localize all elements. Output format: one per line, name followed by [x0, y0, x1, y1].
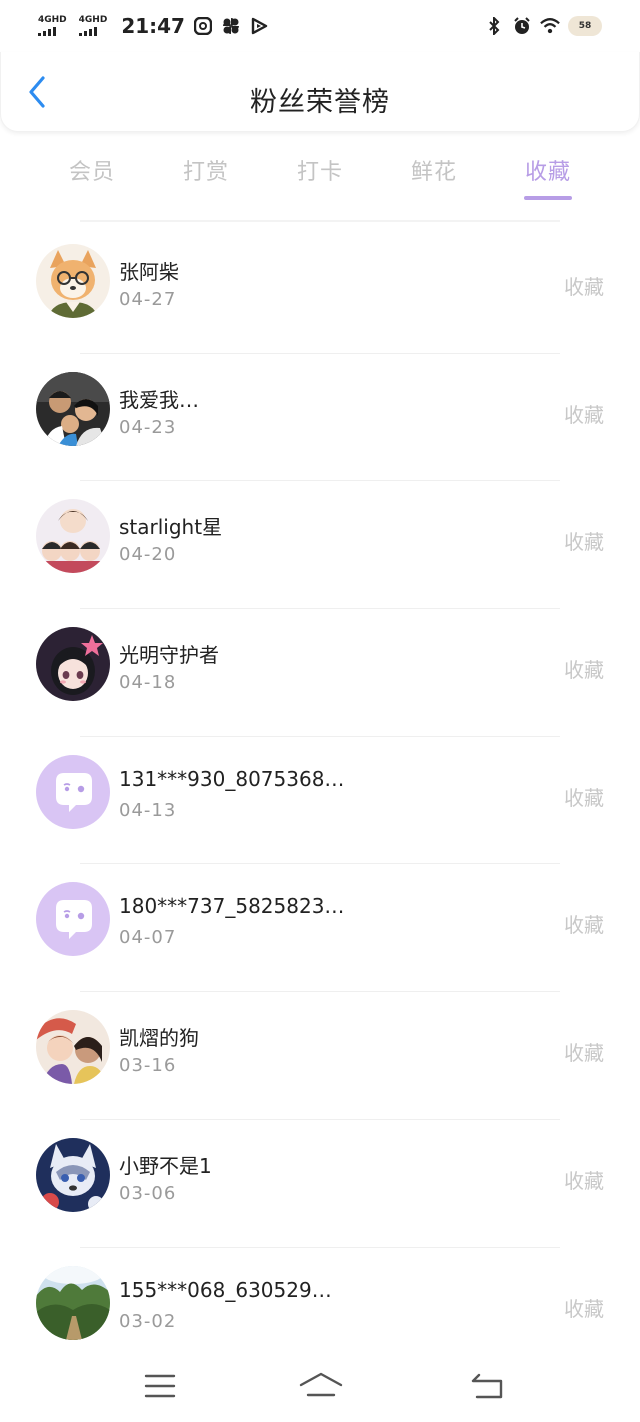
active-tab-indicator [524, 196, 572, 200]
tab-member[interactable]: 会员 [35, 140, 149, 206]
home-icon [299, 1372, 343, 1397]
fan-date: 04-13 [119, 799, 177, 821]
avatar[interactable] [36, 627, 110, 702]
fan-name: 我爱我… [119, 387, 199, 412]
list-item[interactable]: 凯熠的狗 03-16 收藏 [0, 992, 640, 1120]
status-right: 58 [484, 16, 602, 36]
tab-bar: 会员 打赏 打卡 鲜花 收藏 [0, 140, 640, 206]
back-icon [471, 1373, 503, 1399]
tab-label: 打赏 [182, 160, 229, 185]
clock: 21:47 [121, 14, 185, 38]
network-type-2: 4GHD [78, 15, 108, 25]
avatar[interactable] [36, 499, 110, 574]
fan-date: 04-18 [119, 672, 177, 694]
favorite-label: 收藏 [564, 913, 604, 938]
chat-icon [193, 16, 213, 36]
list-item[interactable]: 我爱我… 04-23 收藏 [0, 354, 640, 482]
status-bar: 4GHD 4GHD 21:47 58 [0, 0, 640, 52]
alarm-icon [512, 16, 532, 36]
network-type-1: 4GHD [38, 15, 67, 25]
play-icon [249, 16, 269, 36]
fan-date: 03-06 [119, 1182, 177, 1204]
avatar[interactable] [36, 1010, 110, 1085]
avatar[interactable] [36, 1265, 110, 1340]
tab-label: 会员 [68, 160, 115, 185]
avatar[interactable] [36, 371, 110, 446]
favorite-label: 收藏 [564, 1041, 604, 1066]
tab-favorites[interactable]: 收藏 [491, 140, 605, 206]
signal-1-icon: 4GHD [38, 16, 67, 36]
fan-date: 03-16 [119, 1055, 177, 1077]
list-item[interactable]: starlight星 04-20 收藏 [0, 481, 640, 610]
favorite-label: 收藏 [564, 275, 604, 299]
tab-label: 打卡 [296, 160, 343, 185]
fan-date: 04-07 [119, 927, 177, 949]
fan-name: 张阿柴 [119, 260, 179, 284]
fan-name: 凯熠的狗 [119, 1026, 199, 1051]
home-button[interactable] [298, 1368, 344, 1404]
favorite-label: 收藏 [564, 785, 604, 810]
system-nav-bar [0, 1352, 640, 1422]
tab-checkin[interactable]: 打卡 [263, 140, 377, 206]
list-item[interactable]: 光明守护者 04-18 收藏 [0, 609, 640, 737]
wifi-icon [540, 16, 560, 36]
divider [80, 220, 560, 222]
fan-name: 光明守护者 [119, 643, 219, 668]
tab-reward[interactable]: 打赏 [149, 140, 263, 206]
list-item[interactable]: 张阿柴 04-27 收藏 [0, 226, 640, 354]
default-avatar-icon[interactable] [36, 882, 110, 957]
fan-date: 04-27 [119, 289, 177, 310]
page-title: 粉丝荣誉榜 [250, 87, 390, 118]
battery-level: 58 [578, 21, 592, 31]
fan-name: 155***068_630529… [119, 1277, 332, 1302]
top-app-bar: 粉丝荣誉榜 [0, 52, 640, 132]
favorite-label: 收藏 [564, 1168, 604, 1193]
status-left: 4GHD 4GHD 21:47 [38, 14, 269, 38]
fan-name: 小野不是1 [119, 1153, 212, 1178]
avatar[interactable] [36, 244, 110, 318]
bluetooth-icon [484, 16, 504, 36]
fan-name: starlight星 [119, 515, 223, 540]
battery-icon: 58 [568, 16, 602, 36]
pinwheel-icon [221, 16, 241, 36]
fan-list: 张阿柴 04-27 收藏 我爱我… 04-23 收藏 starlight星 04… [0, 226, 640, 1375]
favorite-label: 收藏 [564, 658, 604, 683]
list-item[interactable]: 小野不是1 03-06 收藏 [0, 1120, 640, 1248]
fan-date: 04-23 [119, 416, 177, 438]
fan-date: 04-20 [119, 544, 177, 566]
list-item[interactable]: 180***737_5825823… 04-07 收藏 [0, 864, 640, 993]
favorite-label: 收藏 [564, 530, 604, 555]
favorite-label: 收藏 [564, 402, 604, 427]
fan-name: 131***930_8075368… [119, 766, 345, 791]
fan-name: 180***737_5825823… [119, 894, 345, 919]
tab-label: 鲜花 [410, 160, 457, 185]
signal-2-icon: 4GHD [78, 15, 108, 36]
menu-button[interactable] [140, 1368, 180, 1404]
back-nav-button[interactable] [468, 1368, 508, 1404]
favorite-label: 收藏 [564, 1296, 604, 1321]
list-item[interactable]: 131***930_8075368… 04-13 收藏 [0, 737, 640, 865]
avatar[interactable] [36, 1137, 110, 1212]
default-avatar-icon[interactable] [36, 754, 110, 829]
tab-flowers[interactable]: 鲜花 [377, 140, 491, 206]
tab-label: 收藏 [524, 160, 571, 185]
fan-date: 03-02 [119, 1310, 177, 1332]
menu-icon [144, 1374, 176, 1398]
